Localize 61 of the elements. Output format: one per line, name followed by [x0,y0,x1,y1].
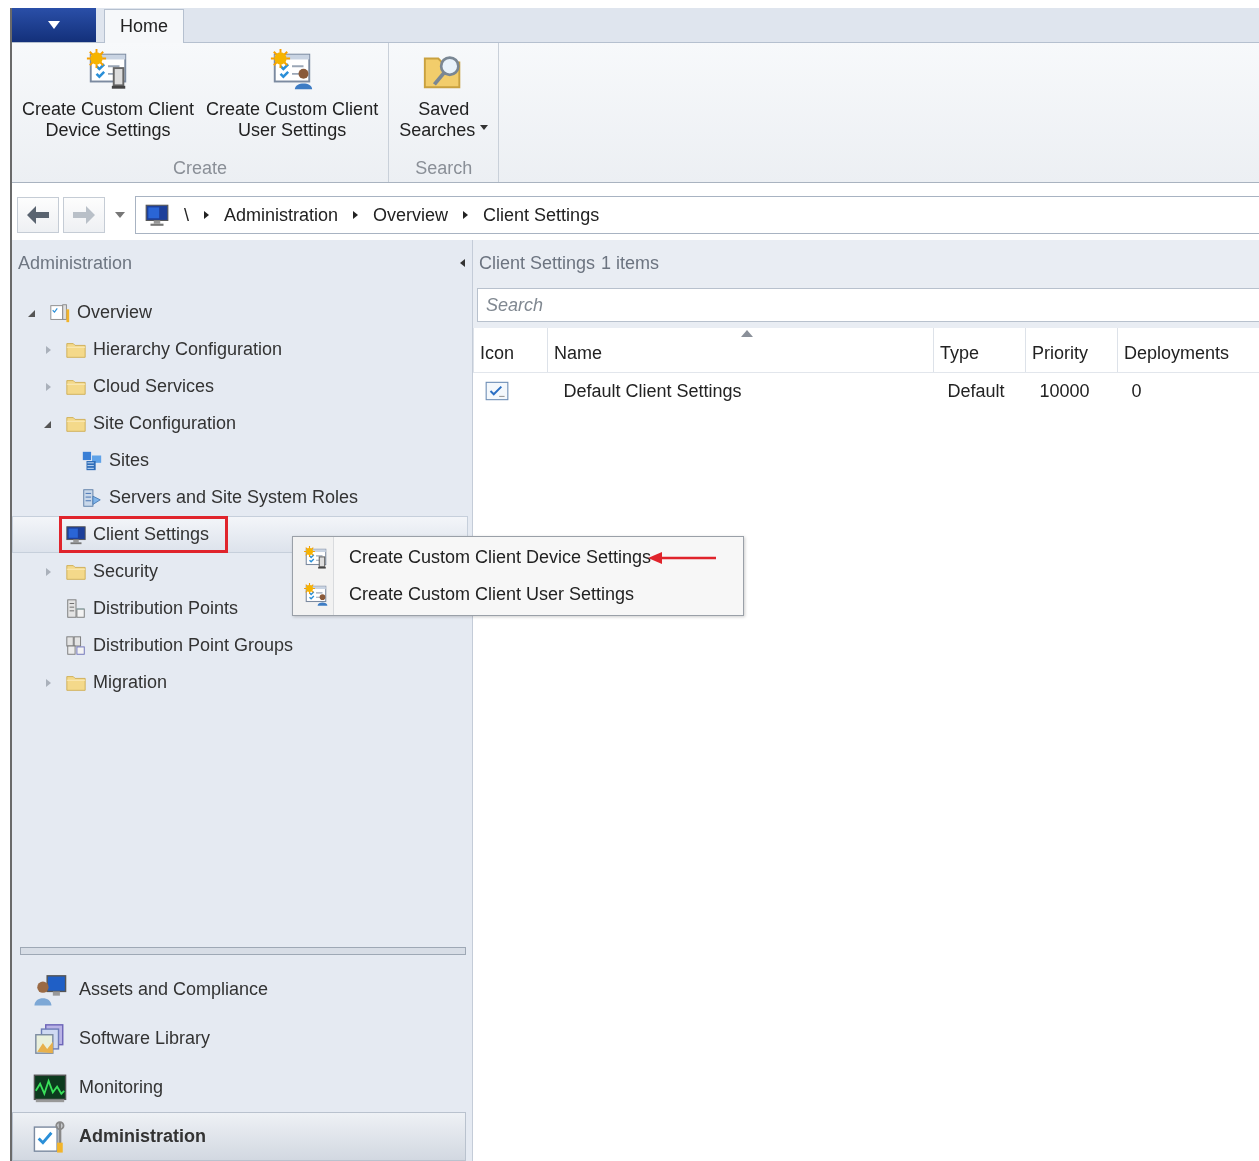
server-group-icon [65,634,87,657]
table-cell: 0 [1117,372,1259,409]
workspace-item[interactable]: Assets and Compliance [12,965,466,1014]
tree-item[interactable]: Servers and Site System Roles [75,479,378,516]
monitor-icon [144,202,170,228]
chevron-icon [352,210,360,220]
server-icon [81,486,103,509]
ribbon-tab[interactable]: Home [104,9,184,43]
tree-item[interactable]: Hierarchy Configuration [59,331,302,368]
back-arrow-icon [25,204,51,226]
collapse-button[interactable] [458,258,466,268]
tree-item[interactable]: Security [59,553,178,590]
sites-icon [81,449,103,472]
ribbon-button[interactable]: Create Custom Client User Settings [200,43,385,158]
table-cell: Default [933,372,1026,409]
workspace-item[interactable]: Monitoring [12,1063,466,1112]
person-monitor-icon [33,972,67,1007]
workspace-item[interactable]: Administration [12,1112,466,1161]
caret-icon [47,20,61,30]
server-stack-icon [65,597,87,620]
table-cell: Default Client Settings [547,372,934,409]
tree-item[interactable]: Distribution Points [59,590,258,627]
settings-document-icon [303,544,329,571]
tree-item[interactable]: Site Configuration [59,405,256,442]
collapse-arrow-icon [458,258,466,268]
forward-arrow-icon [71,204,97,226]
breadcrumb[interactable]: Administration [224,204,339,226]
monitor-icon [65,523,87,546]
column-header[interactable]: Name [547,328,934,373]
back-button[interactable] [17,197,59,233]
table-cell: 10000 [1025,372,1118,409]
breadcrumb[interactable]: Client Settings [483,204,600,226]
menu-item[interactable]: Create Custom Client User Settings [295,576,741,613]
chevron-icon [462,210,470,220]
settings-document-icon [303,581,329,608]
ribbon-button[interactable]: Saved Searches [393,43,495,158]
results-title: Client Settings [479,252,596,274]
tree-item[interactable]: Cloud Services [59,368,234,405]
tree-item[interactable]: Migration [59,664,187,701]
column-header[interactable]: Type [933,328,1026,373]
checklist-wrench-icon [33,1119,67,1154]
tree-item[interactable]: Overview [43,294,171,331]
pane-title: Administration [18,252,133,274]
table-row[interactable]: Default Client Settings Default 10000 0 [473,372,1259,409]
caret-icon [115,212,125,218]
column-header[interactable]: Icon [473,328,548,373]
workspace-item[interactable]: Software Library [12,1014,466,1063]
column-header[interactable]: Priority [1025,328,1118,373]
tree-item[interactable]: Sites [75,442,169,479]
breadcrumb[interactable]: \ [184,204,189,226]
tree-item[interactable]: Client Settings [59,516,229,553]
chevron-icon [203,210,210,220]
breadcrumb[interactable]: Overview [373,204,449,226]
column-header[interactable]: Deployments [1117,328,1259,373]
search-field[interactable]: Search [477,288,1259,322]
group-label: Create [172,158,229,180]
tree-item[interactable]: Distribution Point Groups [59,627,313,664]
item-count: 1 items [601,252,660,274]
overview-icon [49,301,71,324]
ribbon-button[interactable]: Create Custom Client Device Settings [16,43,201,158]
group-label: Search [414,158,474,180]
